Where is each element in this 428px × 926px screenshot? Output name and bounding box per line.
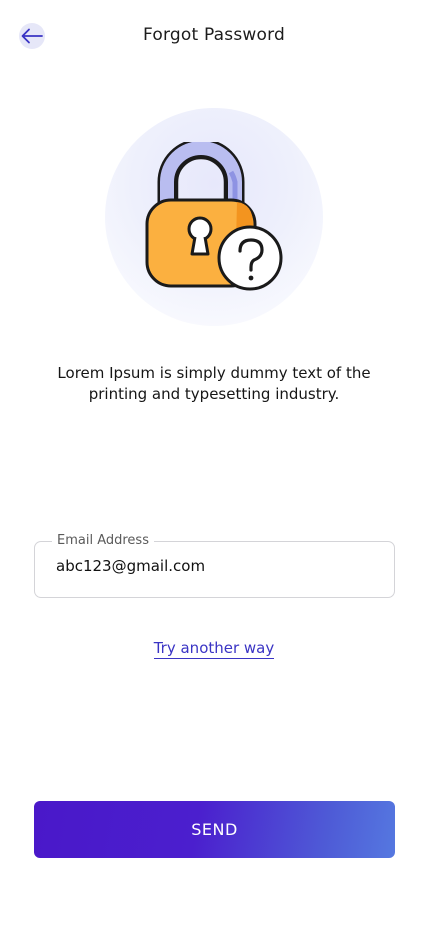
send-button[interactable]: SEND bbox=[34, 801, 395, 858]
email-field[interactable]: Email Address bbox=[34, 533, 395, 598]
email-input[interactable] bbox=[56, 557, 376, 575]
lock-question-icon bbox=[145, 142, 283, 291]
forgot-password-screen: Forgot Password Lorem Ipsum is simply du… bbox=[0, 0, 428, 926]
page-title: Forgot Password bbox=[143, 25, 285, 45]
try-another-way-link[interactable]: Try another way bbox=[153, 639, 275, 659]
try-another-way-container: Try another way bbox=[0, 638, 428, 659]
email-label: Email Address bbox=[52, 533, 154, 549]
description-text: Lorem Ipsum is simply dummy text of the … bbox=[57, 364, 371, 403]
